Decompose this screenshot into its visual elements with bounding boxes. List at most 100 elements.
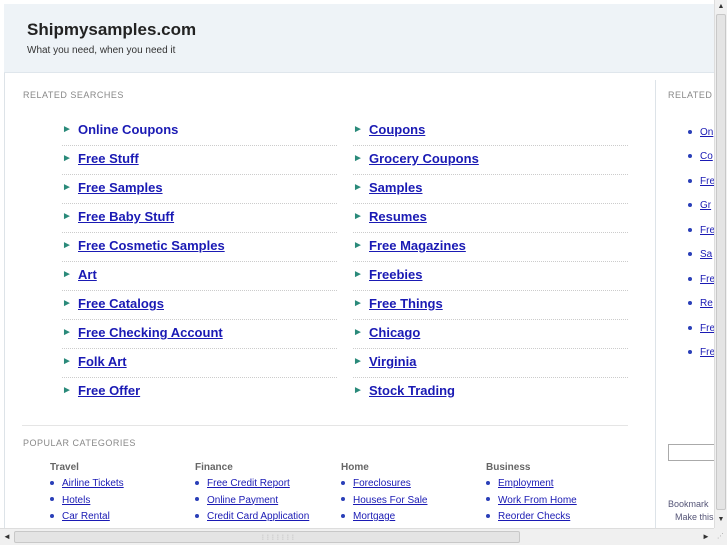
list-item: Mortgage: [341, 511, 481, 528]
related-search-link[interactable]: Art: [78, 267, 97, 282]
sidebar-link[interactable]: Re: [700, 298, 713, 309]
bullet-icon: [688, 349, 692, 354]
sidebar-link[interactable]: Fre: [700, 176, 715, 187]
main-content: RELATED SEARCHES ► Online Coupons ► Coup…: [4, 80, 656, 528]
sidebar-link[interactable]: Fre: [700, 225, 715, 236]
related-search-link[interactable]: Free Things: [369, 296, 443, 311]
search-row: ► Free Checking Account: [62, 321, 337, 349]
category-link[interactable]: Online Payment: [207, 495, 278, 506]
related-search-link[interactable]: Free Stuff: [78, 151, 139, 166]
right-sidebar: RELATED On Co Fre Gr Fre Sa Fre Re Fre F…: [655, 80, 715, 528]
related-search-link[interactable]: Virginia: [369, 354, 416, 369]
related-searches-label: RELATED SEARCHES: [23, 90, 124, 100]
search-row: ► Free Samples: [62, 176, 337, 204]
search-row: ► Online Coupons: [62, 118, 337, 146]
related-search-link[interactable]: Samples: [369, 180, 422, 195]
bullet-icon: [195, 497, 199, 502]
category-link[interactable]: Hotels: [62, 495, 90, 506]
category-link[interactable]: Mortgage: [353, 511, 395, 522]
list-item: Work From Home: [486, 495, 626, 512]
sidebar-related-label: RELATED: [668, 90, 713, 100]
search-row: ► Grocery Coupons: [353, 147, 628, 175]
bullet-icon: [50, 480, 54, 485]
arrow-right-icon: ►: [62, 240, 72, 251]
bullet-icon: [688, 227, 692, 232]
search-row: ► Folk Art: [62, 350, 337, 378]
scroll-left-icon[interactable]: ◄: [1, 531, 13, 543]
search-row: ► Art: [62, 263, 337, 291]
category-link[interactable]: Employment: [498, 478, 554, 489]
related-search-link[interactable]: Grocery Coupons: [369, 151, 479, 166]
site-title[interactable]: Shipmysamples.com: [27, 20, 196, 40]
resize-grip-icon[interactable]: ⋰: [714, 528, 727, 545]
horizontal-scroll-thumb[interactable]: ⋮⋮⋮⋮⋮⋮⋮: [14, 531, 520, 543]
category-link[interactable]: Reorder Checks: [498, 511, 570, 522]
list-item: Employment: [486, 478, 626, 495]
related-search-link[interactable]: Free Samples: [78, 180, 163, 195]
bullet-icon: [50, 497, 54, 502]
sidebar-link[interactable]: Gr: [700, 200, 711, 211]
related-search-link[interactable]: Free Catalogs: [78, 296, 164, 311]
sidebar-link[interactable]: Fre: [700, 274, 715, 285]
bullet-icon: [486, 513, 490, 518]
sidebar-link[interactable]: Co: [700, 151, 713, 162]
category-business: Business Employment Work From Home Reord…: [486, 462, 626, 528]
category-link[interactable]: Airline Tickets: [62, 478, 124, 489]
sidebar-item: Fre: [688, 323, 715, 334]
sidebar-item: Fre: [688, 347, 715, 358]
search-row: ► Coupons: [353, 118, 628, 146]
related-search-link[interactable]: Free Offer: [78, 383, 140, 398]
arrow-right-icon: ►: [353, 385, 363, 396]
scroll-right-icon[interactable]: ►: [700, 531, 712, 543]
arrow-right-icon: ►: [62, 269, 72, 280]
list-item: Houses For Sale: [341, 495, 481, 512]
category-link[interactable]: Credit Card Application: [207, 511, 309, 522]
category-link[interactable]: Work From Home: [498, 495, 577, 506]
category-link[interactable]: Foreclosures: [353, 478, 411, 489]
scroll-up-icon[interactable]: ▲: [715, 1, 727, 13]
related-search-link[interactable]: Coupons: [369, 122, 425, 137]
sidebar-link[interactable]: Fre: [700, 323, 715, 334]
arrow-right-icon: ►: [62, 182, 72, 193]
bullet-icon: [486, 480, 490, 485]
horizontal-scrollbar[interactable]: ◄ ⋮⋮⋮⋮⋮⋮⋮ ►: [0, 528, 714, 545]
category-travel: Travel Airline Tickets Hotels Car Rental: [50, 462, 190, 528]
site-header: Shipmysamples.com What you need, when yo…: [4, 4, 727, 73]
bullet-icon: [341, 513, 345, 518]
sidebar-item: Fre: [688, 274, 715, 285]
scroll-down-icon[interactable]: ▼: [715, 514, 727, 526]
related-search-link[interactable]: Free Cosmetic Samples: [78, 238, 225, 253]
bookmark-link[interactable]: Bookmark: [668, 499, 709, 509]
related-search-link[interactable]: Stock Trading: [369, 383, 455, 398]
related-search-link[interactable]: Free Checking Account: [78, 325, 223, 340]
sidebar-item: Gr: [688, 200, 711, 211]
related-search-link[interactable]: Chicago: [369, 325, 420, 340]
search-row: ► Free Stuff: [62, 147, 337, 175]
search-row: ► Chicago: [353, 321, 628, 349]
search-row: ► Samples: [353, 176, 628, 204]
category-link[interactable]: Car Rental: [62, 511, 110, 522]
sidebar-link[interactable]: Sa: [700, 249, 712, 260]
arrow-right-icon: ►: [353, 153, 363, 164]
vertical-scrollbar[interactable]: ▲ ▼: [714, 0, 727, 528]
category-link[interactable]: Houses For Sale: [353, 495, 427, 506]
list-item: Foreclosures: [341, 478, 481, 495]
related-search-link[interactable]: Online Coupons: [78, 122, 178, 137]
related-search-link[interactable]: Free Magazines: [369, 238, 466, 253]
sidebar-item: On: [688, 127, 713, 138]
category-link[interactable]: Free Credit Report: [207, 478, 290, 489]
search-row: ► Virginia: [353, 350, 628, 378]
make-homepage-link[interactable]: Make this: [675, 512, 714, 522]
category-title: Business: [486, 462, 531, 473]
related-search-link[interactable]: Resumes: [369, 209, 427, 224]
sidebar-link[interactable]: On: [700, 127, 713, 138]
arrow-right-icon: ►: [62, 385, 72, 396]
related-search-link[interactable]: Folk Art: [78, 354, 127, 369]
sidebar-search-input[interactable]: [668, 444, 715, 461]
vertical-scroll-thumb[interactable]: [716, 14, 726, 510]
section-divider: [22, 425, 628, 426]
related-search-link[interactable]: Freebies: [369, 267, 422, 282]
bullet-icon: [688, 251, 692, 256]
related-search-link[interactable]: Free Baby Stuff: [78, 209, 174, 224]
sidebar-link[interactable]: Fre: [700, 347, 715, 358]
